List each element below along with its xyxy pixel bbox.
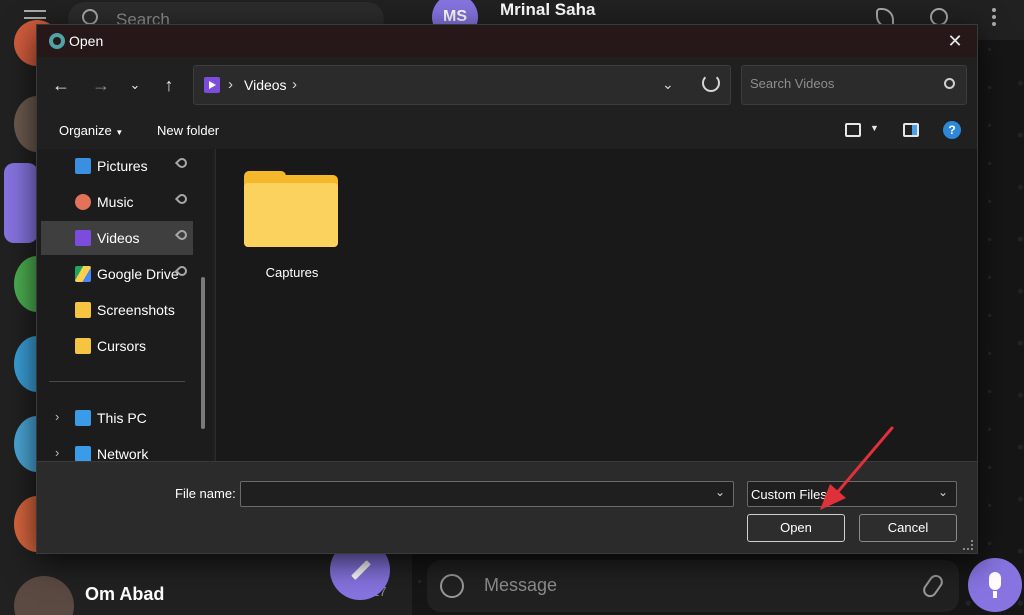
sidebar-item-google-drive[interactable]: Google Drive bbox=[41, 257, 193, 291]
address-bar[interactable]: › Videos › ⌄ bbox=[193, 65, 731, 105]
preview-pane-icon[interactable] bbox=[903, 123, 919, 137]
sidebar-item-this-pc[interactable]: › This PC bbox=[41, 401, 193, 435]
more-options-icon[interactable] bbox=[992, 8, 998, 30]
command-bar: Organize ▼ New folder ▼ ? bbox=[37, 113, 977, 149]
close-icon[interactable]: ✕ bbox=[945, 31, 965, 51]
view-mode-icon[interactable] bbox=[845, 123, 861, 137]
organize-chevron-icon: ▼ bbox=[115, 128, 124, 137]
sidebar-item-label: Google Drive bbox=[97, 266, 179, 282]
expand-chevron-icon[interactable]: › bbox=[55, 445, 59, 460]
folder-name: Captures bbox=[265, 265, 319, 280]
breadcrumb-separator[interactable]: › bbox=[292, 76, 297, 93]
network-icon bbox=[75, 446, 91, 462]
microphone-stand bbox=[993, 591, 997, 598]
annotation-arrow bbox=[820, 426, 894, 510]
sidebar-item-videos[interactable]: Videos bbox=[41, 221, 193, 255]
sidebar-divider bbox=[49, 381, 185, 382]
file-name-dropdown-chevron-icon[interactable]: ⌄ bbox=[715, 485, 725, 499]
organize-label: Organize bbox=[59, 123, 112, 138]
emoji-icon[interactable] bbox=[440, 574, 464, 598]
sidebar-item-label: Network bbox=[97, 446, 149, 462]
app-logo-icon bbox=[49, 33, 65, 49]
search-videos-field[interactable] bbox=[741, 65, 967, 105]
sidebar-item-label: Pictures bbox=[97, 158, 148, 174]
file-list-pane: Captures bbox=[216, 149, 977, 461]
expand-chevron-icon[interactable]: › bbox=[55, 409, 59, 424]
pencil-icon bbox=[351, 560, 371, 580]
refresh-icon[interactable] bbox=[702, 74, 720, 92]
pictures-icon bbox=[75, 158, 91, 174]
file-type-chevron-icon: ⌄ bbox=[938, 485, 949, 499]
address-dropdown-chevron-icon[interactable]: ⌄ bbox=[662, 76, 674, 93]
forward-arrow-icon[interactable]: → bbox=[89, 73, 113, 97]
folder-icon-front bbox=[244, 183, 338, 247]
sidebar-item-label: Music bbox=[97, 194, 134, 210]
videos-icon bbox=[75, 230, 91, 246]
organize-button[interactable]: Organize ▼ bbox=[59, 123, 123, 138]
breadcrumb-separator[interactable]: › bbox=[228, 76, 233, 93]
back-arrow-icon[interactable]: ← bbox=[49, 73, 73, 97]
microphone-icon bbox=[989, 572, 1001, 590]
pin-icon[interactable] bbox=[174, 155, 190, 171]
sidebar-item-label: Screenshots bbox=[97, 302, 175, 318]
chat-avatar-om-abad[interactable] bbox=[14, 576, 74, 615]
pin-icon[interactable] bbox=[174, 191, 190, 207]
file-name-input[interactable] bbox=[247, 486, 707, 501]
view-mode-chevron-icon[interactable]: ▼ bbox=[870, 123, 879, 133]
up-arrow-icon[interactable]: ↑ bbox=[157, 73, 181, 97]
new-folder-button[interactable]: New folder bbox=[157, 123, 219, 138]
contact-name[interactable]: Mrinal Saha bbox=[500, 0, 595, 20]
sidebar-item-screenshots[interactable]: Screenshots bbox=[41, 293, 193, 327]
navigation-bar: ← → ⌄ ↑ › Videos › ⌄ bbox=[37, 57, 977, 113]
search-icon[interactable] bbox=[944, 78, 955, 89]
sidebar-item-music[interactable]: Music bbox=[41, 185, 193, 219]
chat-item-selected[interactable] bbox=[4, 163, 38, 243]
search-videos-input[interactable] bbox=[750, 76, 930, 91]
file-name-field[interactable]: ⌄ bbox=[240, 481, 734, 507]
help-icon[interactable]: ? bbox=[943, 121, 961, 139]
resize-grip-icon[interactable] bbox=[963, 540, 973, 550]
screen: Search Om Abad 17 MS Mrinal Saha Message… bbox=[0, 0, 1024, 615]
sidebar-item-pictures[interactable]: Pictures bbox=[41, 149, 193, 183]
videos-icon bbox=[204, 77, 220, 93]
folder-icon bbox=[75, 302, 91, 318]
message-input[interactable]: Message bbox=[484, 575, 557, 596]
dialog-title: Open bbox=[69, 33, 104, 49]
google-drive-icon bbox=[75, 266, 91, 282]
breadcrumb-videos[interactable]: Videos bbox=[244, 77, 287, 93]
folder-item-captures[interactable]: Captures bbox=[236, 169, 348, 299]
chat-name[interactable]: Om Abad bbox=[85, 584, 164, 605]
recent-locations-chevron-icon[interactable]: ⌄ bbox=[123, 73, 147, 97]
navigation-pane: Pictures Music Videos Google Drive Scree bbox=[37, 149, 213, 462]
sidebar-scrollbar-thumb[interactable] bbox=[201, 277, 205, 429]
file-name-label: File name: bbox=[175, 486, 236, 501]
sidebar-item-label: This PC bbox=[97, 410, 147, 426]
sidebar-item-label: Videos bbox=[97, 230, 140, 246]
this-pc-icon bbox=[75, 410, 91, 426]
folder-icon bbox=[75, 338, 91, 354]
dialog-titlebar[interactable]: Open ✕ bbox=[37, 25, 977, 57]
music-icon bbox=[75, 194, 91, 210]
sidebar-item-label: Cursors bbox=[97, 338, 147, 354]
voice-message-button[interactable] bbox=[968, 558, 1022, 612]
pin-icon[interactable] bbox=[174, 227, 190, 243]
search-icon bbox=[82, 9, 98, 25]
sidebar-item-cursors[interactable]: Cursors bbox=[41, 329, 193, 363]
